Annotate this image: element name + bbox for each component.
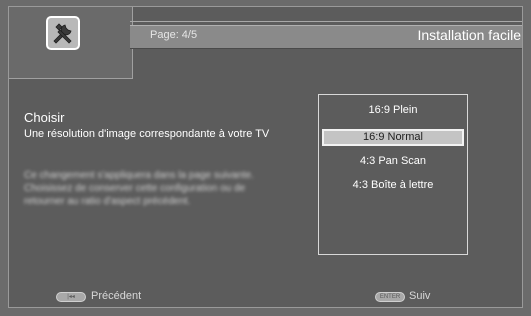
section-heading: Choisir [24,110,65,125]
option-4-3-pan-scan[interactable]: 4:3 Pan Scan [322,153,464,170]
back-label[interactable]: Précédent [91,290,141,302]
setup-icon-panel [9,7,133,79]
blurred-help-text: Ce changement s'appliquera dans la page … [24,170,254,207]
option-4-3-letterbox[interactable]: 4:3 Boîte à lettre [322,177,464,194]
page-title: Installation facile [417,27,521,43]
enter-key-icon[interactable]: ENTER [375,292,405,302]
option-16-9-full[interactable]: 16:9 Plein [322,102,464,119]
wrench-screwdriver-icon [46,16,80,50]
next-label[interactable]: Suiv [409,290,430,302]
section-description: Une résolution d'image correspondante à … [24,128,270,140]
page-indicator: Page: 4/5 [150,29,198,41]
option-16-9-normal[interactable]: 16:9 Normal [322,129,464,146]
aspect-ratio-list: 16:9 Plein 16:9 Normal 4:3 Pan Scan 4:3 … [318,94,468,255]
back-key-icon[interactable]: |◂◂ [56,292,86,302]
